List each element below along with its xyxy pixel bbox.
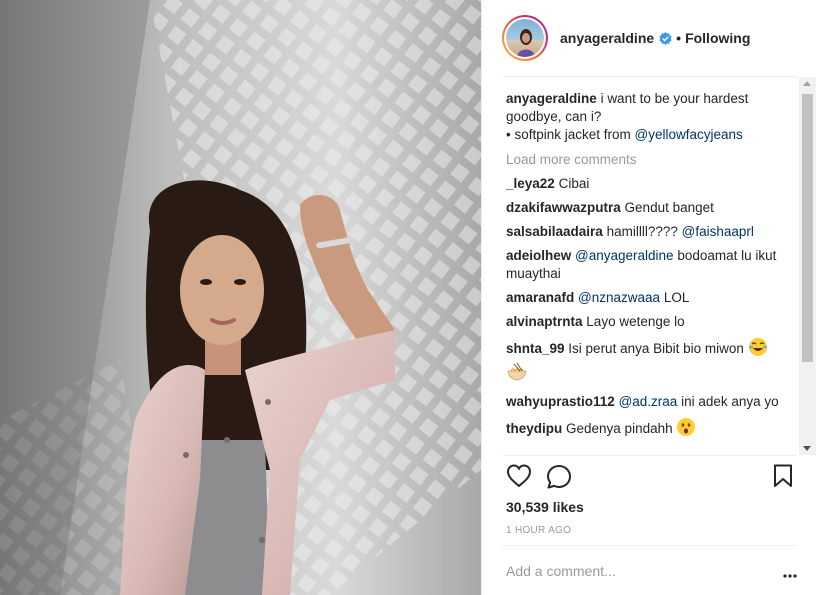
instagram-post: anyageraldine • Following anyageraldine … (0, 0, 816, 595)
caption: anyageraldine i want to be your hardest … (506, 90, 794, 144)
photo-illustration (0, 0, 481, 595)
comment-row: _leya22 Cibai (506, 175, 794, 193)
comments-scrollbar[interactable] (799, 77, 816, 455)
add-comment-bar (502, 545, 797, 595)
avatar-story-ring[interactable] (502, 15, 548, 61)
comment-username[interactable]: amaranafd (506, 290, 574, 305)
comments-list[interactable]: anyageraldine i want to be your hardest … (506, 80, 794, 455)
surprised-emoji (676, 417, 696, 442)
more-options-icon[interactable] (783, 566, 797, 581)
scroll-up-arrow-icon[interactable] (803, 81, 811, 86)
post-header: anyageraldine • Following (502, 0, 797, 77)
comment-text: Gedenya pindahh (566, 421, 677, 437)
verified-badge-icon (659, 31, 672, 45)
comment-text: ini adek anya yo (677, 394, 779, 409)
header-separator: • (676, 30, 682, 46)
comment-mention[interactable]: @anyageraldine (575, 248, 674, 263)
following-button[interactable]: Following (685, 30, 750, 46)
scrollbar-thumb[interactable] (802, 94, 813, 362)
laughing-emoji (748, 337, 768, 362)
comment-row: adeiolhew @anyageraldine bodoamat lu iku… (506, 247, 794, 283)
comment-username[interactable]: adeiolhew (506, 248, 571, 263)
comment-username[interactable]: theydipu (506, 421, 562, 436)
post-side-panel: anyageraldine • Following anyageraldine … (481, 0, 816, 595)
post-timestamp[interactable]: 1 HOUR AGO (506, 525, 571, 536)
caption-username[interactable]: anyageraldine (506, 91, 597, 106)
comment-mention[interactable]: @faishaaprl (682, 224, 754, 239)
comment-username[interactable]: _leya22 (506, 176, 555, 191)
noodle-emoji (506, 362, 528, 387)
add-comment-input[interactable] (506, 562, 756, 579)
heart-icon[interactable] (506, 464, 532, 491)
comment-username[interactable]: dzakifawwazputra (506, 200, 621, 215)
comment-username[interactable]: shnta_99 (506, 341, 565, 356)
header-text: anyageraldine • Following (560, 30, 750, 46)
comment-text: hamillll???? (606, 224, 682, 239)
comment-username[interactable]: salsabilaadaira (506, 224, 603, 239)
caption-text-line2: • softpink jacket from (506, 127, 635, 142)
load-more-comments-button[interactable]: Load more comments (506, 151, 794, 169)
post-photo[interactable] (0, 0, 481, 595)
comment-username[interactable]: wahyuprastio112 (506, 394, 615, 409)
scroll-down-arrow-icon[interactable] (803, 446, 811, 451)
comment-text: Layo wetenge lo (586, 314, 685, 329)
comment-text: Cibai (558, 176, 590, 191)
comment-username[interactable]: alvinaptrnta (506, 314, 583, 329)
post-actions: 30,539 likes 1 HOUR AGO (502, 455, 797, 545)
header-username[interactable]: anyageraldine (560, 30, 654, 46)
comment-text: Gendut banget (624, 200, 714, 215)
comment-row: amaranafd @nznazwaaa LOL (506, 289, 794, 307)
caption-mention[interactable]: @yellowfacyjeans (635, 127, 743, 142)
comment-mention[interactable]: @nznazwaaa (578, 290, 660, 305)
comment-row: dzakifawwazputra Gendut banget (506, 199, 794, 217)
comment-text: LOL (660, 290, 690, 305)
comment-row: theydipu Gedenya pindahh (506, 417, 794, 442)
comment-row: wahyuprastio112 @ad.zraa ini adek anya y… (506, 393, 794, 411)
likes-count[interactable]: 30,539 likes (506, 499, 584, 515)
comment-row: salsabilaadaira hamillll???? @faishaaprl (506, 223, 794, 241)
comment-row: alvinaptrnta Layo wetenge lo (506, 313, 794, 331)
avatar[interactable] (506, 19, 544, 57)
comment-mention[interactable]: @ad.zraa (619, 394, 678, 409)
comment-row: shnta_99 Isi perut anya Bibit bio miwon (506, 337, 794, 387)
comment-icon[interactable] (546, 464, 572, 493)
bookmark-icon[interactable] (773, 464, 793, 491)
comment-text: Isi perut anya Bibit bio miwon (568, 341, 748, 357)
